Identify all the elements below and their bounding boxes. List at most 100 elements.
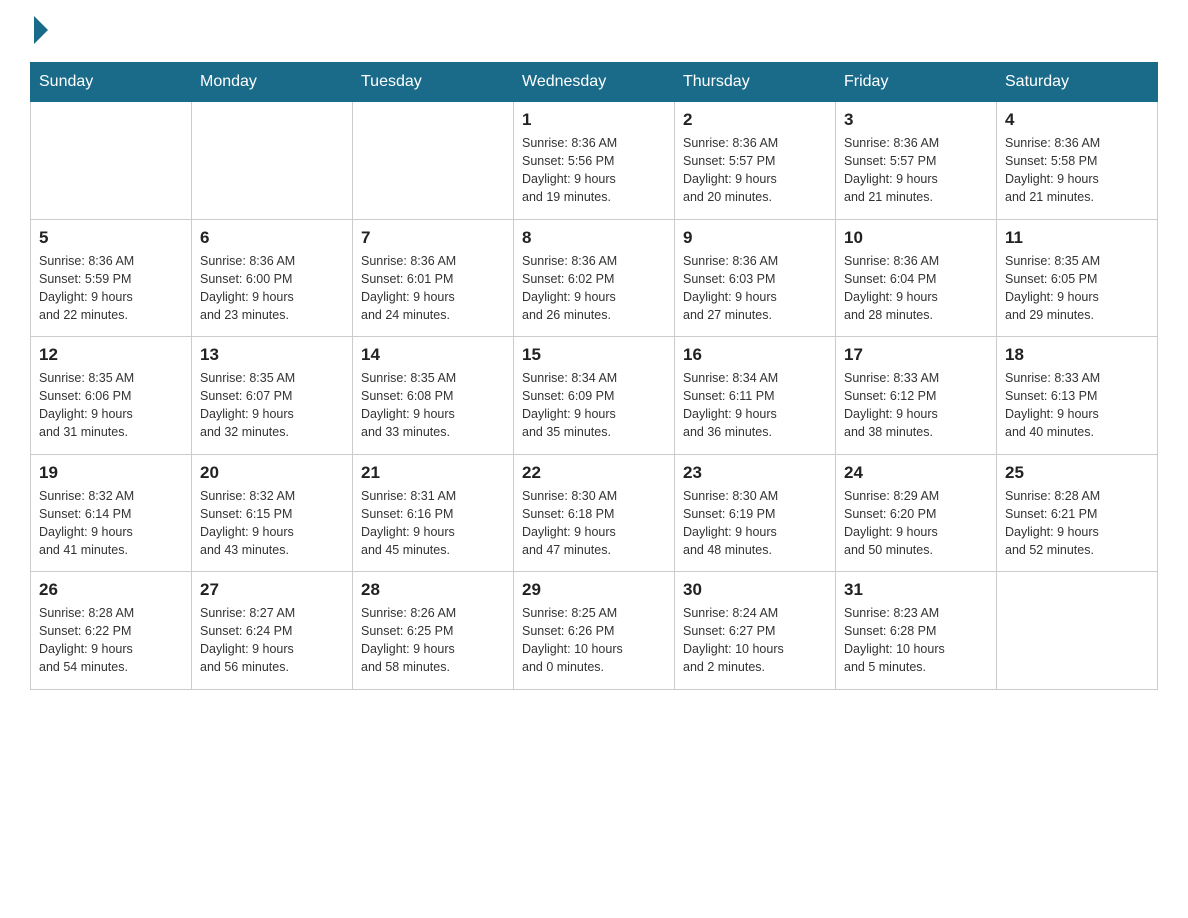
day-info: Sunrise: 8:35 AM Sunset: 6:06 PM Dayligh…	[39, 369, 183, 442]
day-number: 2	[683, 110, 827, 130]
calendar-cell: 25 Sunrise: 8:28 AM Sunset: 6:21 PM Dayli…	[997, 454, 1158, 572]
calendar-cell: 24 Sunrise: 8:29 AM Sunset: 6:20 PM Dayli…	[836, 454, 997, 572]
calendar-cell: 22 Sunrise: 8:30 AM Sunset: 6:18 PM Dayli…	[514, 454, 675, 572]
header-cell-monday: Monday	[192, 63, 353, 102]
day-number: 23	[683, 463, 827, 483]
week-row-3: 12 Sunrise: 8:35 AM Sunset: 6:06 PM Dayli…	[31, 337, 1158, 455]
day-info: Sunrise: 8:35 AM Sunset: 6:08 PM Dayligh…	[361, 369, 505, 442]
day-number: 1	[522, 110, 666, 130]
day-info: Sunrise: 8:33 AM Sunset: 6:12 PM Dayligh…	[844, 369, 988, 442]
logo-arrow-icon	[34, 16, 48, 44]
header-cell-thursday: Thursday	[675, 63, 836, 102]
calendar-cell: 29 Sunrise: 8:25 AM Sunset: 6:26 PM Dayli…	[514, 572, 675, 690]
calendar-cell	[192, 102, 353, 220]
day-info: Sunrise: 8:31 AM Sunset: 6:16 PM Dayligh…	[361, 487, 505, 560]
day-number: 9	[683, 228, 827, 248]
day-info: Sunrise: 8:25 AM Sunset: 6:26 PM Dayligh…	[522, 604, 666, 677]
calendar-cell: 13 Sunrise: 8:35 AM Sunset: 6:07 PM Dayli…	[192, 337, 353, 455]
day-number: 11	[1005, 228, 1149, 248]
calendar-cell: 26Sunrise: 8:28 AM Sunset: 6:22 PM Dayli…	[31, 572, 192, 690]
day-info: Sunrise: 8:28 AM Sunset: 6:22 PM Dayligh…	[39, 604, 183, 677]
day-number: 25	[1005, 463, 1149, 483]
day-info: Sunrise: 8:36 AM Sunset: 5:56 PM Dayligh…	[522, 134, 666, 207]
calendar-cell: 10 Sunrise: 8:36 AM Sunset: 6:04 PM Dayli…	[836, 219, 997, 337]
day-info: Sunrise: 8:34 AM Sunset: 6:11 PM Dayligh…	[683, 369, 827, 442]
calendar-cell: 3 Sunrise: 8:36 AM Sunset: 5:57 PM Daylig…	[836, 102, 997, 220]
header-cell-sunday: Sunday	[31, 63, 192, 102]
calendar-cell: 21 Sunrise: 8:31 AM Sunset: 6:16 PM Dayli…	[353, 454, 514, 572]
day-number: 17	[844, 345, 988, 365]
day-number: 7	[361, 228, 505, 248]
day-info: Sunrise: 8:30 AM Sunset: 6:18 PM Dayligh…	[522, 487, 666, 560]
day-number: 15	[522, 345, 666, 365]
calendar-cell: 12 Sunrise: 8:35 AM Sunset: 6:06 PM Dayli…	[31, 337, 192, 455]
calendar-cell: 28 Sunrise: 8:26 AM Sunset: 6:25 PM Dayli…	[353, 572, 514, 690]
day-info: Sunrise: 8:36 AM Sunset: 6:01 PM Dayligh…	[361, 252, 505, 325]
day-number: 27	[200, 580, 344, 600]
day-info: Sunrise: 8:36 AM Sunset: 5:58 PM Dayligh…	[1005, 134, 1149, 207]
header-cell-saturday: Saturday	[997, 63, 1158, 102]
calendar-cell: 17 Sunrise: 8:33 AM Sunset: 6:12 PM Dayli…	[836, 337, 997, 455]
day-number: 29	[522, 580, 666, 600]
calendar-cell: 16 Sunrise: 8:34 AM Sunset: 6:11 PM Dayli…	[675, 337, 836, 455]
day-info: Sunrise: 8:32 AM Sunset: 6:14 PM Dayligh…	[39, 487, 183, 560]
calendar-cell: 19Sunrise: 8:32 AM Sunset: 6:14 PM Dayli…	[31, 454, 192, 572]
day-info: Sunrise: 8:33 AM Sunset: 6:13 PM Dayligh…	[1005, 369, 1149, 442]
day-number: 10	[844, 228, 988, 248]
day-info: Sunrise: 8:36 AM Sunset: 6:04 PM Dayligh…	[844, 252, 988, 325]
calendar-cell	[997, 572, 1158, 690]
day-number: 13	[200, 345, 344, 365]
week-row-4: 19Sunrise: 8:32 AM Sunset: 6:14 PM Dayli…	[31, 454, 1158, 572]
day-number: 31	[844, 580, 988, 600]
header-row: SundayMondayTuesdayWednesdayThursdayFrid…	[31, 63, 1158, 102]
calendar-cell: 30Sunrise: 8:24 AM Sunset: 6:27 PM Dayli…	[675, 572, 836, 690]
day-number: 24	[844, 463, 988, 483]
calendar-cell: 31Sunrise: 8:23 AM Sunset: 6:28 PM Dayli…	[836, 572, 997, 690]
day-info: Sunrise: 8:36 AM Sunset: 6:02 PM Dayligh…	[522, 252, 666, 325]
day-number: 22	[522, 463, 666, 483]
day-number: 18	[1005, 345, 1149, 365]
calendar-cell: 27Sunrise: 8:27 AM Sunset: 6:24 PM Dayli…	[192, 572, 353, 690]
calendar-cell: 14 Sunrise: 8:35 AM Sunset: 6:08 PM Dayli…	[353, 337, 514, 455]
week-row-2: 5Sunrise: 8:36 AM Sunset: 5:59 PM Daylig…	[31, 219, 1158, 337]
day-number: 28	[361, 580, 505, 600]
day-info: Sunrise: 8:35 AM Sunset: 6:05 PM Dayligh…	[1005, 252, 1149, 325]
calendar-cell: 9 Sunrise: 8:36 AM Sunset: 6:03 PM Daylig…	[675, 219, 836, 337]
day-number: 3	[844, 110, 988, 130]
day-info: Sunrise: 8:35 AM Sunset: 6:07 PM Dayligh…	[200, 369, 344, 442]
calendar-cell: 11 Sunrise: 8:35 AM Sunset: 6:05 PM Dayli…	[997, 219, 1158, 337]
day-info: Sunrise: 8:36 AM Sunset: 5:59 PM Dayligh…	[39, 252, 183, 325]
day-number: 20	[200, 463, 344, 483]
day-info: Sunrise: 8:26 AM Sunset: 6:25 PM Dayligh…	[361, 604, 505, 677]
day-info: Sunrise: 8:32 AM Sunset: 6:15 PM Dayligh…	[200, 487, 344, 560]
logo	[30, 20, 48, 44]
day-info: Sunrise: 8:28 AM Sunset: 6:21 PM Dayligh…	[1005, 487, 1149, 560]
calendar-cell: 15Sunrise: 8:34 AM Sunset: 6:09 PM Dayli…	[514, 337, 675, 455]
calendar-cell	[31, 102, 192, 220]
calendar-cell	[353, 102, 514, 220]
calendar-cell: 4 Sunrise: 8:36 AM Sunset: 5:58 PM Daylig…	[997, 102, 1158, 220]
day-info: Sunrise: 8:36 AM Sunset: 6:03 PM Dayligh…	[683, 252, 827, 325]
calendar-cell: 1 Sunrise: 8:36 AM Sunset: 5:56 PM Daylig…	[514, 102, 675, 220]
calendar-cell: 18 Sunrise: 8:33 AM Sunset: 6:13 PM Dayli…	[997, 337, 1158, 455]
calendar-cell: 5Sunrise: 8:36 AM Sunset: 5:59 PM Daylig…	[31, 219, 192, 337]
day-number: 8	[522, 228, 666, 248]
header-cell-wednesday: Wednesday	[514, 63, 675, 102]
calendar-cell: 8 Sunrise: 8:36 AM Sunset: 6:02 PM Daylig…	[514, 219, 675, 337]
calendar-cell: 6Sunrise: 8:36 AM Sunset: 6:00 PM Daylig…	[192, 219, 353, 337]
calendar-cell: 7 Sunrise: 8:36 AM Sunset: 6:01 PM Daylig…	[353, 219, 514, 337]
header-cell-friday: Friday	[836, 63, 997, 102]
day-info: Sunrise: 8:36 AM Sunset: 5:57 PM Dayligh…	[844, 134, 988, 207]
day-number: 21	[361, 463, 505, 483]
day-info: Sunrise: 8:29 AM Sunset: 6:20 PM Dayligh…	[844, 487, 988, 560]
day-info: Sunrise: 8:36 AM Sunset: 6:00 PM Dayligh…	[200, 252, 344, 325]
day-info: Sunrise: 8:24 AM Sunset: 6:27 PM Dayligh…	[683, 604, 827, 677]
day-number: 4	[1005, 110, 1149, 130]
week-row-1: 1 Sunrise: 8:36 AM Sunset: 5:56 PM Daylig…	[31, 102, 1158, 220]
page-header	[30, 20, 1158, 44]
day-number: 16	[683, 345, 827, 365]
day-info: Sunrise: 8:30 AM Sunset: 6:19 PM Dayligh…	[683, 487, 827, 560]
day-number: 14	[361, 345, 505, 365]
day-number: 12	[39, 345, 183, 365]
header-cell-tuesday: Tuesday	[353, 63, 514, 102]
